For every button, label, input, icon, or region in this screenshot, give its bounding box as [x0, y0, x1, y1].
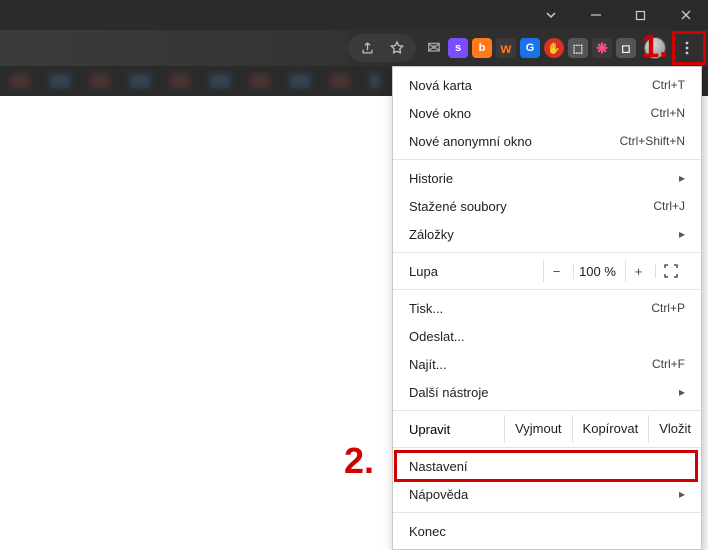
- close-icon: [680, 9, 692, 21]
- edit-cut-button[interactable]: Vyjmout: [504, 415, 571, 443]
- window-titlebar: [0, 0, 708, 30]
- menu-separator: [393, 252, 701, 253]
- menu-item-label: Nové anonymní okno: [409, 134, 620, 149]
- menu-item-shortcut: Ctrl+F: [652, 357, 685, 371]
- menu-new-window[interactable]: Nové okno Ctrl+N: [393, 99, 701, 127]
- ext-w-icon[interactable]: w: [496, 38, 516, 58]
- chevron-right-icon: ▸: [679, 227, 685, 241]
- menu-item-shortcut: Ctrl+T: [652, 78, 685, 92]
- zoom-value: 100 %: [573, 264, 621, 279]
- menu-item-label: Další nástroje: [409, 385, 679, 400]
- zoom-in-button[interactable]: +: [625, 260, 651, 282]
- menu-separator: [393, 410, 701, 411]
- menu-item-shortcut: Ctrl+P: [651, 301, 685, 315]
- minimize-icon: [590, 9, 602, 21]
- edit-copy-button[interactable]: Kopírovat: [572, 415, 649, 443]
- menu-item-label: Najít...: [409, 357, 652, 372]
- menu-item-label: Tisk...: [409, 301, 651, 316]
- menu-more-tools[interactable]: Další nástroje ▸: [393, 378, 701, 406]
- share-icon: [360, 41, 375, 56]
- zoom-controls: − 100 % +: [543, 260, 685, 282]
- maximize-icon: [635, 10, 646, 21]
- browser-toolbar: ✉ s b w G ✋ ⬚ ❋ ◻: [0, 30, 708, 66]
- menu-item-label: Upravit: [409, 422, 504, 437]
- extensions-row: ✉ s b w G ✋ ⬚ ❋ ◻: [424, 38, 636, 58]
- menu-item-label: Nové okno: [409, 106, 651, 121]
- fullscreen-button[interactable]: [655, 264, 685, 278]
- profile-avatar[interactable]: [644, 37, 666, 59]
- star-icon: [389, 40, 405, 56]
- menu-separator: [393, 512, 701, 513]
- more-vert-icon: [679, 40, 695, 56]
- menu-item-label: Konec: [409, 524, 685, 539]
- ext-grey-icon[interactable]: ⬚: [568, 38, 588, 58]
- menu-item-label: Stažené soubory: [409, 199, 653, 214]
- mail-icon[interactable]: ✉: [424, 38, 444, 58]
- menu-item-label: Nová karta: [409, 78, 652, 93]
- omnibox-actions: [348, 34, 416, 62]
- menu-item-label: Záložky: [409, 227, 679, 242]
- share-button[interactable]: [356, 37, 378, 59]
- edit-paste-button[interactable]: Vložit: [648, 415, 701, 443]
- menu-new-tab[interactable]: Nová karta Ctrl+T: [393, 71, 701, 99]
- chrome-menu-button[interactable]: [674, 35, 700, 61]
- menu-exit[interactable]: Konec: [393, 517, 701, 545]
- kebab-wrap: [672, 33, 702, 63]
- ext-b-icon[interactable]: b: [472, 38, 492, 58]
- ext-s-icon[interactable]: s: [448, 38, 468, 58]
- ext-block-icon[interactable]: ✋: [544, 38, 564, 58]
- chevron-right-icon: ▸: [679, 487, 685, 501]
- menu-item-shortcut: Ctrl+N: [651, 106, 685, 120]
- menu-item-label: Odeslat...: [409, 329, 685, 344]
- menu-zoom: Lupa − 100 % +: [393, 257, 701, 285]
- menu-print[interactable]: Tisk... Ctrl+P: [393, 294, 701, 322]
- chrome-menu: Nová karta Ctrl+T Nové okno Ctrl+N Nové …: [392, 66, 702, 550]
- ext-pink-icon[interactable]: ❋: [592, 38, 612, 58]
- menu-bookmarks[interactable]: Záložky ▸: [393, 220, 701, 248]
- omnibox-blurred: [0, 30, 348, 66]
- menu-separator: [393, 289, 701, 290]
- menu-help[interactable]: Nápověda ▸: [393, 480, 701, 508]
- menu-new-incognito[interactable]: Nové anonymní okno Ctrl+Shift+N: [393, 127, 701, 155]
- close-button[interactable]: [663, 0, 708, 30]
- chevron-down-icon: [545, 9, 557, 21]
- tab-dropdown-button[interactable]: [528, 0, 573, 30]
- menu-separator: [393, 159, 701, 160]
- menu-history[interactable]: Historie ▸: [393, 164, 701, 192]
- menu-item-shortcut: Ctrl+Shift+N: [620, 134, 685, 148]
- menu-downloads[interactable]: Stažené soubory Ctrl+J: [393, 192, 701, 220]
- menu-item-label: Historie: [409, 171, 679, 186]
- menu-cast[interactable]: Odeslat...: [393, 322, 701, 350]
- menu-edit-row: Upravit Vyjmout Kopírovat Vložit: [393, 415, 701, 443]
- menu-item-shortcut: Ctrl+J: [653, 199, 685, 213]
- menu-settings[interactable]: Nastavení: [393, 452, 701, 480]
- minimize-button[interactable]: [573, 0, 618, 30]
- fullscreen-icon: [664, 264, 678, 278]
- ext-g-icon[interactable]: G: [520, 38, 540, 58]
- menu-item-label: Lupa: [409, 264, 543, 279]
- ext-white-icon[interactable]: ◻: [616, 38, 636, 58]
- menu-separator: [393, 447, 701, 448]
- menu-item-label: Nápověda: [409, 487, 679, 502]
- maximize-button[interactable]: [618, 0, 663, 30]
- menu-item-label: Nastavení: [409, 459, 685, 474]
- chevron-right-icon: ▸: [679, 171, 685, 185]
- chevron-right-icon: ▸: [679, 385, 685, 399]
- bookmark-button[interactable]: [386, 37, 408, 59]
- menu-find[interactable]: Najít... Ctrl+F: [393, 350, 701, 378]
- zoom-out-button[interactable]: −: [543, 260, 569, 282]
